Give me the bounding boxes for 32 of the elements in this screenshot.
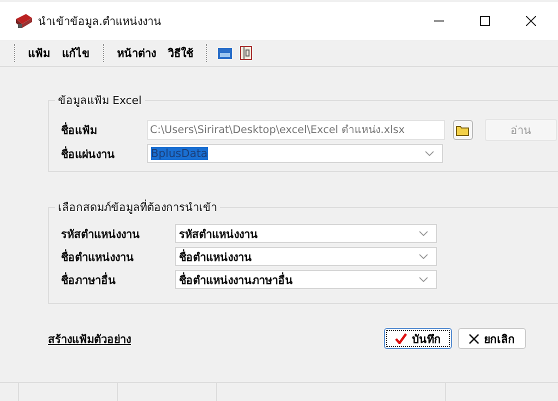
menu-item[interactable]: หน้าต่าง [112,42,161,64]
chevron-icon [425,151,434,156]
column-dropdown[interactable]: รหัสตำแหน่งงาน [175,224,437,243]
field-label: ชื่อตำแหน่งงาน [60,248,135,266]
maximize-icon[interactable] [480,16,490,26]
field-label: ชื่อแผ่นงาน [60,145,116,162]
browse-button[interactable] [453,120,473,140]
file-path-field[interactable]: C:\Users\Sirirat\Desktop\excel\Excel ตำแหน่ง.xlsx [147,120,445,140]
chevron-icon [419,277,428,282]
menu-item[interactable]: แฟ้ม [23,42,55,64]
cancel-button[interactable]: ยกเลิก [458,328,526,349]
window-title: นำเข้าข้อมูล.ตำแหน่งงาน [38,14,162,30]
field-label: ชื่อภาษาอื่น [60,271,117,288]
chevron-icon [419,254,428,259]
field-label: รหัสตำแหน่งงาน [60,226,141,242]
folder-icon [456,124,470,136]
field-label: ชื่อแฟ้ม [60,121,98,139]
checkmark-icon [395,333,407,344]
menu-item[interactable]: วิธีใช้ [163,42,198,64]
column-dropdown[interactable]: ชื่อตำแหน่งงาน [175,247,437,266]
menu-item[interactable]: แก้ไข [57,42,95,64]
chevron-icon [419,231,428,236]
sample-file-link[interactable]: สร้างแฟ้มตัวอย่าง [48,330,131,348]
column-dropdown[interactable]: ชื่อตำแหน่งงานภาษาอื่น [175,270,437,289]
close-icon[interactable] [526,16,536,26]
group-title: ข้อมูลแฟ้ม Excel [57,93,143,109]
group-title: เลือกสดมภ์ข้อมูลที่ต้องการนำเข้า [57,198,218,216]
window-icon[interactable] [218,48,232,58]
book-icon[interactable] [240,46,252,60]
app-icon [15,13,33,29]
save-button[interactable]: บันทึก [384,328,452,349]
close-icon [469,334,479,344]
